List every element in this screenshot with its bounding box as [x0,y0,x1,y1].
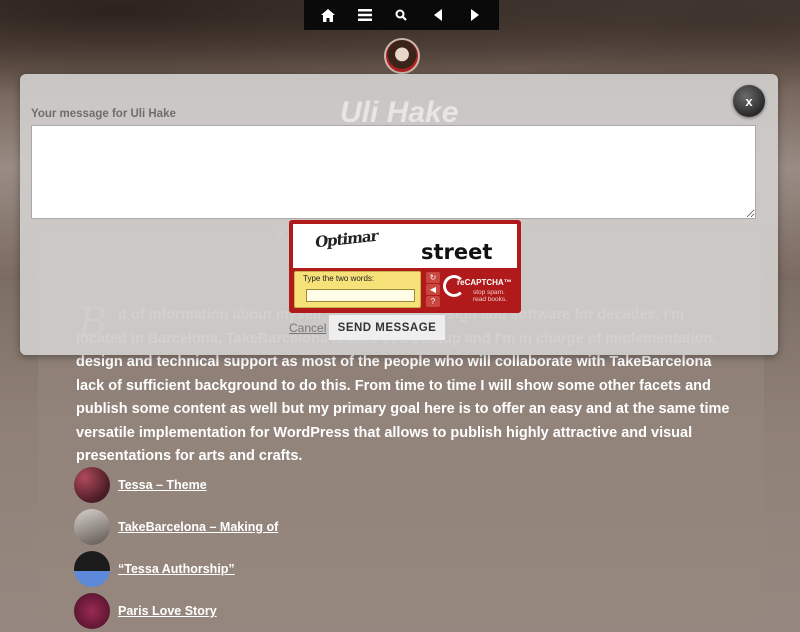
prev-icon[interactable] [424,1,452,29]
related-item[interactable]: Tessa – Theme [74,464,278,506]
menu-icon[interactable] [351,1,379,29]
related-item[interactable]: “Tessa Authorship” [74,548,278,590]
captcha-word-2: street [421,240,493,264]
captcha-controls: ↻ ◀ ? [426,272,440,308]
message-textarea[interactable] [31,125,756,219]
cancel-link[interactable]: Cancel [289,321,326,335]
recaptcha-widget: Optimar street Type the two words: ↻ ◀ ?… [289,220,521,313]
related-link[interactable]: Tessa – Theme [118,478,207,492]
close-button[interactable]: x [733,85,765,117]
top-navigation [304,0,499,30]
search-icon[interactable] [387,1,415,29]
related-thumbnail[interactable] [74,593,110,629]
captcha-prompt: Type the two words: [303,274,375,283]
related-posts: Tessa – Theme TakeBarcelona – Making of … [74,464,278,632]
related-link[interactable]: Paris Love Story [118,604,217,618]
related-link[interactable]: “Tessa Authorship” [118,562,235,576]
related-thumbnail[interactable] [74,467,110,503]
help-icon[interactable]: ? [426,296,440,307]
message-label: Your message for Uli Hake [31,108,176,120]
captcha-image: Optimar street [293,224,517,268]
recaptcha-logo: reCAPTCHA™ stop spam. read books. [443,273,517,309]
related-thumbnail[interactable] [74,509,110,545]
next-icon[interactable] [461,1,489,29]
send-message-button[interactable]: SEND MESSAGE [328,314,446,341]
recaptcha-tagline: stop spam. read books. [473,289,507,303]
recaptcha-brand: reCAPTCHA™ [457,278,512,287]
home-icon[interactable] [314,1,342,29]
audio-icon[interactable]: ◀ [426,284,440,295]
author-avatar[interactable] [384,38,420,74]
refresh-icon[interactable]: ↻ [426,272,440,283]
captcha-word-1: Optimar [314,226,379,252]
related-thumbnail[interactable] [74,551,110,587]
related-item[interactable]: TakeBarcelona – Making of [74,506,278,548]
related-link[interactable]: TakeBarcelona – Making of [118,520,278,534]
captcha-input[interactable] [306,289,415,302]
related-item[interactable]: Paris Love Story [74,590,278,632]
